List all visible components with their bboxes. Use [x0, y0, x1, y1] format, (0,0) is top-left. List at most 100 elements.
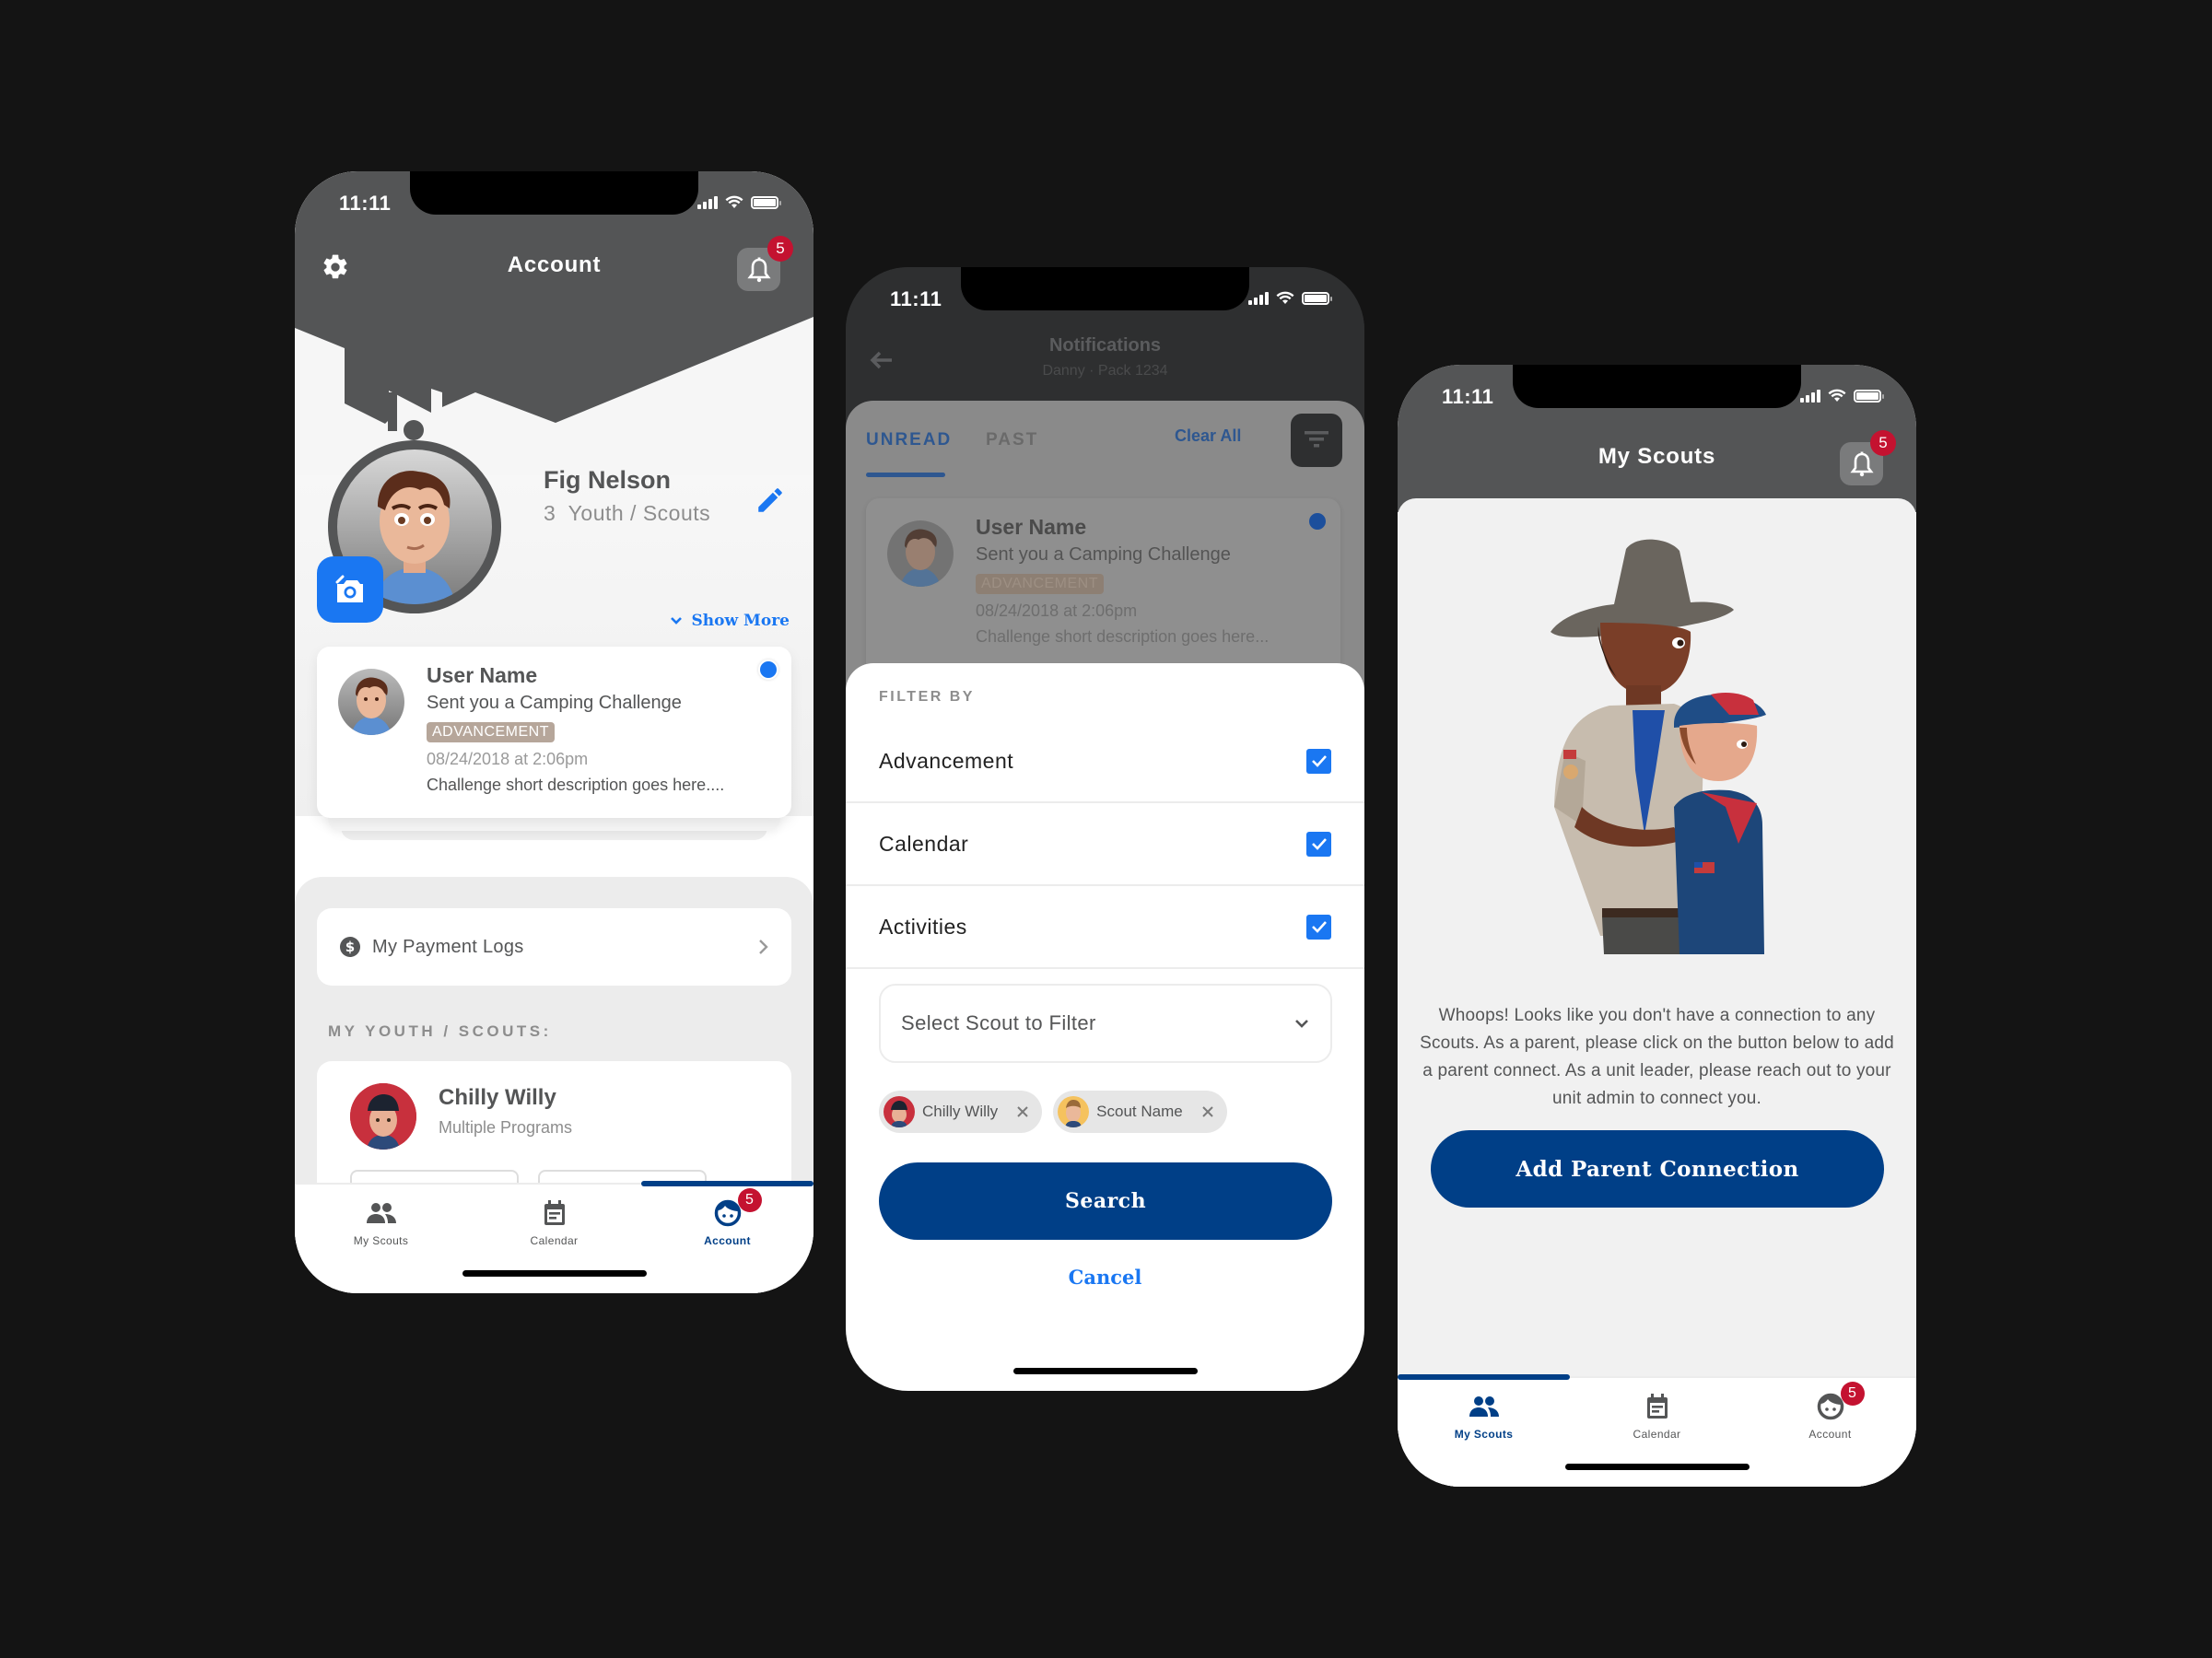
- youth-count: 3 Youth / Scouts: [544, 501, 710, 526]
- notification-message: Sent you a Camping Challenge: [427, 693, 682, 713]
- notification-badge: 5: [1870, 430, 1896, 456]
- selected-scout-chips: Chilly Willy Scout Name: [879, 1091, 1227, 1133]
- notifications-button[interactable]: 5: [1840, 430, 1896, 485]
- notification-card[interactable]: User Name Sent you a Camping Challenge A…: [317, 647, 791, 818]
- cancel-button[interactable]: Cancel: [846, 1266, 1364, 1289]
- wifi-icon: [725, 195, 743, 208]
- close-icon[interactable]: [1016, 1105, 1029, 1118]
- page-title: Notifications: [1048, 335, 1162, 356]
- checkbox-checked[interactable]: [1306, 748, 1331, 774]
- notification-tag: ADVANCEMENT: [976, 574, 1104, 594]
- notification-avatar: [887, 520, 954, 587]
- section-label-youth: MY YOUTH / SCOUTS:: [328, 1022, 552, 1040]
- tab-my-scouts[interactable]: My Scouts: [1398, 1391, 1570, 1441]
- tab-past[interactable]: PAST: [986, 430, 1038, 450]
- status-icons: [1248, 291, 1332, 305]
- battery-icon: [1302, 291, 1332, 305]
- wifi-icon: [1828, 389, 1846, 402]
- notification-description: Challenge short description goes here...: [976, 627, 1270, 646]
- chevron-down-icon: [670, 617, 682, 625]
- select-placeholder: Select Scout to Filter: [901, 1011, 1096, 1034]
- add-parent-connection-button[interactable]: Add Parent Connection: [1431, 1130, 1884, 1208]
- tab-bar: My Scouts Calendar 5 Account: [1398, 1374, 1916, 1487]
- checkbox-checked[interactable]: [1306, 914, 1331, 940]
- change-photo-button[interactable]: [317, 556, 383, 623]
- dollar-icon: $: [340, 937, 360, 957]
- page-title: My Scouts: [1598, 444, 1716, 469]
- empty-state-message: Whoops! Looks like you don't have a conn…: [1420, 1006, 1894, 1108]
- tab-calendar[interactable]: Calendar: [468, 1197, 640, 1247]
- filter-option-activities[interactable]: Activities: [846, 886, 1364, 969]
- notifications-button[interactable]: 5: [737, 236, 793, 291]
- edit-profile-button[interactable]: [755, 485, 786, 516]
- clear-all-button[interactable]: Clear All: [1175, 426, 1241, 446]
- battery-icon: [751, 195, 781, 209]
- account-tab-badge: 5: [1840, 1382, 1865, 1406]
- scout-filter-select[interactable]: Select Scout to Filter: [879, 984, 1332, 1063]
- tab-account[interactable]: 5 Account: [641, 1188, 813, 1247]
- status-time: 11:11: [339, 192, 392, 215]
- signal-icon: [1248, 291, 1269, 305]
- notification-avatar: [338, 669, 404, 735]
- show-more-button[interactable]: Show More: [670, 612, 790, 630]
- device-notch: [1513, 365, 1801, 408]
- status-icons: [1800, 389, 1884, 403]
- face-icon: [1817, 1393, 1843, 1420]
- filter-button[interactable]: [1291, 414, 1342, 467]
- payment-logs-label: My Payment Logs: [372, 936, 524, 957]
- scout-avatar: [350, 1083, 416, 1150]
- youth-count-label: Youth / Scouts: [568, 501, 711, 525]
- scout-card[interactable]: Chilly Willy Multiple Programs: [317, 1061, 791, 1197]
- tab-calendar[interactable]: Calendar: [1571, 1391, 1743, 1441]
- tab-label: My Scouts: [1454, 1428, 1514, 1441]
- notification-user: User Name: [427, 663, 538, 687]
- calendar-icon: [1646, 1394, 1668, 1419]
- youth-count-number: 3: [544, 501, 556, 525]
- status-icons: [697, 195, 781, 209]
- checkmark-icon: [1311, 921, 1327, 933]
- unread-indicator: [758, 660, 778, 680]
- profile-name: Fig Nelson: [544, 466, 672, 494]
- tab-my-scouts[interactable]: My Scouts: [295, 1197, 467, 1247]
- bell-icon: [746, 257, 771, 282]
- checkbox-checked[interactable]: [1306, 831, 1331, 857]
- filter-option-label: Advancement: [879, 748, 1014, 773]
- tab-label: Account: [1808, 1428, 1852, 1441]
- notification-card[interactable]: User Name Sent you a Camping Challenge A…: [866, 498, 1340, 683]
- bell-icon: [1849, 451, 1874, 476]
- camera-icon: [335, 575, 363, 602]
- search-button[interactable]: Search: [879, 1162, 1332, 1240]
- calendar-icon: [544, 1200, 565, 1225]
- scout-chip[interactable]: Scout Name: [1053, 1091, 1227, 1133]
- svg-text:$: $: [345, 939, 355, 955]
- people-icon: [366, 1203, 396, 1223]
- tab-unread[interactable]: UNREAD: [866, 430, 952, 450]
- active-tab-indicator: [641, 1181, 813, 1186]
- my-scouts-content: Whoops! Looks like you don't have a conn…: [1398, 498, 1916, 1487]
- home-indicator: [462, 1270, 647, 1277]
- scout-programs: Multiple Programs: [439, 1118, 573, 1137]
- status-time: 11:11: [890, 287, 942, 310]
- close-icon[interactable]: [1201, 1105, 1214, 1118]
- wifi-icon: [1276, 291, 1294, 304]
- notification-date: 08/24/2018 at 2:06pm: [976, 601, 1138, 620]
- notification-message: Sent you a Camping Challenge: [976, 544, 1231, 565]
- device-notch: [410, 171, 698, 215]
- pencil-icon: [758, 488, 782, 512]
- filter-by-label: FILTER BY: [879, 689, 975, 705]
- show-more-label: Show More: [691, 612, 790, 630]
- account-screen: 11:11 Account 5 Fig Nelson 3 Youth / Sco…: [295, 171, 813, 1293]
- dimmed-background: Notifications Danny · Pack 1234 UNREAD P…: [846, 267, 1364, 714]
- notification-user: User Name: [976, 515, 1087, 539]
- filter-option-advancement[interactable]: Advancement: [846, 720, 1364, 803]
- home-indicator: [1565, 1464, 1750, 1470]
- payment-logs-row[interactable]: $ My Payment Logs: [317, 908, 791, 986]
- tab-label: Account: [704, 1234, 751, 1247]
- scout-chip[interactable]: Chilly Willy: [879, 1091, 1043, 1133]
- active-tab-indicator: [1398, 1374, 1570, 1380]
- my-scouts-screen: 11:11 My Scouts 5 Whoops! Looks like you…: [1398, 365, 1916, 1487]
- tab-account[interactable]: 5 Account: [1744, 1382, 1916, 1441]
- account-tab-badge: 5: [737, 1188, 762, 1212]
- filter-option-calendar[interactable]: Calendar: [846, 803, 1364, 886]
- device-notch: [961, 267, 1249, 310]
